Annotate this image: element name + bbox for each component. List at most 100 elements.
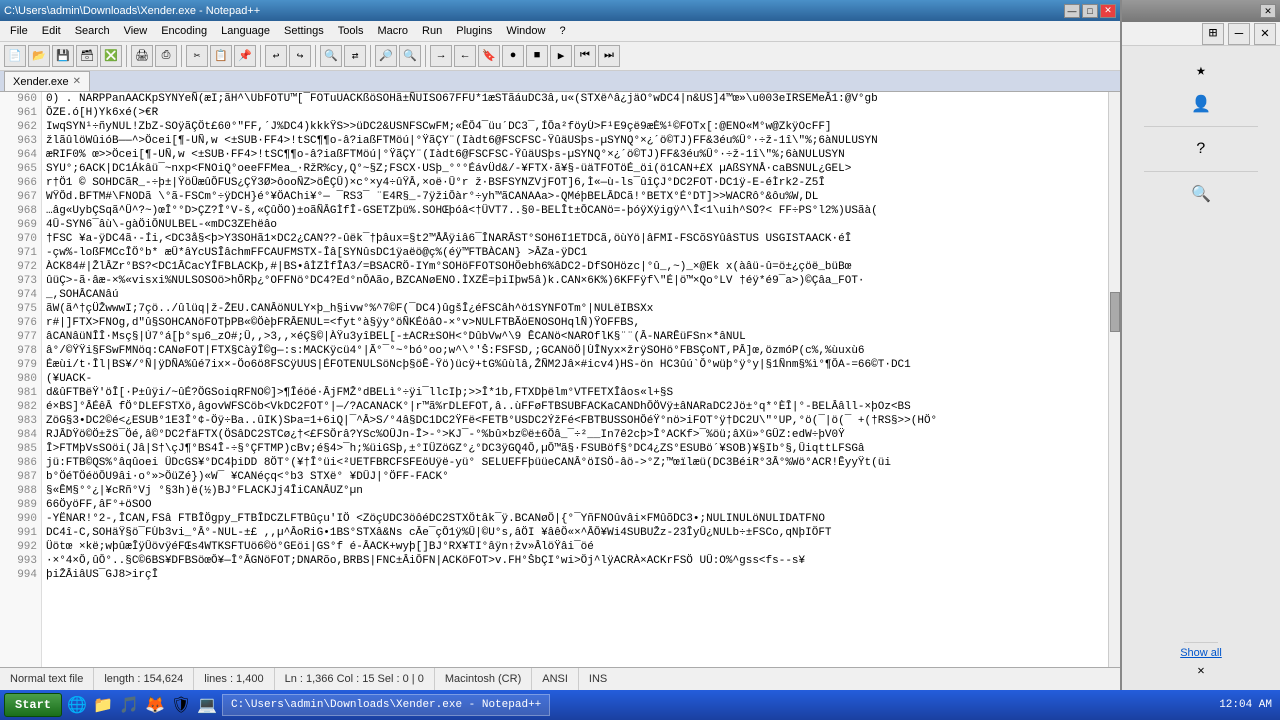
line-number: 988 [4,484,37,498]
menu-edit[interactable]: Edit [36,23,67,39]
line-number: 993 [4,554,37,568]
print-button[interactable]: 🖨 [131,45,153,67]
save-all-button[interactable]: 🗃 [76,45,98,67]
second-window-close[interactable]: ✕ [1260,4,1276,18]
search-panel-icon[interactable]: 🔍 [1189,182,1213,206]
replace-button[interactable]: ⇄ [344,45,366,67]
tab-close-button[interactable]: ✕ [73,76,81,87]
status-line-ending: Macintosh (CR) [435,668,532,690]
copy-button[interactable]: 📋 [210,45,232,67]
start-button[interactable]: Start [4,693,62,717]
taskbar-icon-antivirus[interactable]: 🛡 [170,694,192,716]
line-number: 970 [4,232,37,246]
status-lines: lines : 1,400 [194,668,274,690]
macro-play-button[interactable]: ▶ [550,45,572,67]
code-line: ãW(ã^†çÜŽwwwI;7çö../ûlüq|ž-ŽEU.CANÂöNULY… [42,302,1108,316]
code-line: †FSC ¥a-ÿDC4ã·-Íi,<DC3å§<þ>Y3SOHã1×DC2¿C… [42,232,1108,246]
code-line: ·×°4×Ô,ûÔ°..§C©6BS¥DFBSöœÔ¥—Î°ÂGNöFOT;DN… [42,554,1108,568]
macro-stop-button[interactable]: ■ [526,45,548,67]
star-icon[interactable]: ★ [1189,58,1213,82]
menu-search[interactable]: Search [69,23,116,39]
line-number: 976 [4,316,37,330]
macro-next-button[interactable]: ⏭ [598,45,620,67]
zoom-out-button[interactable]: 🔍 [399,45,421,67]
maximize-button[interactable]: □ [1082,4,1098,18]
status-length: length : 154,624 [94,668,194,690]
save-button[interactable]: 💾 [52,45,74,67]
indent-button[interactable]: → [430,45,452,67]
title-bar-text: C:\Users\admin\Downloads\Xender.exe - No… [4,5,260,17]
macro-prev-button[interactable]: ⏮ [574,45,596,67]
code-line: âCANâüNÎÎ·Msç§|Ú7°á[þ°sµ6_zO#;Û,,>3,,×éÇ… [42,330,1108,344]
menu-settings[interactable]: Settings [278,23,330,39]
panel-close-button[interactable]: ✕ [1254,23,1276,45]
taskbar-app-notepad[interactable]: C:\Users\admin\Downloads\Xender.exe - No… [222,694,550,716]
menu-tools[interactable]: Tools [332,23,370,39]
bookmark-button[interactable]: 🔖 [478,45,500,67]
undo-button[interactable]: ↩ [265,45,287,67]
taskbar-icon-firefox[interactable]: 🦊 [144,694,166,716]
code-area[interactable]: 0) . NARPPanAACKpSYNYeÑ(æI;ãH^\UbFOTU™[¯… [42,92,1108,667]
code-line: ZöG§3•DC2©é<¿ESUB°1E3Î°¢-Öÿ÷Ba..ûIK)SÞa=… [42,414,1108,428]
menu-run[interactable]: Run [416,23,448,39]
menu-view[interactable]: View [118,23,154,39]
help-icon[interactable]: ? [1189,137,1213,161]
menu-plugins[interactable]: Plugins [450,23,498,39]
scroll-thumb[interactable] [1110,292,1120,332]
taskbar-right: 12:04 AM [1219,699,1276,711]
menu-macro[interactable]: Macro [371,23,414,39]
taskbar-icon-vm[interactable]: 💻 [196,694,218,716]
close-tab-button[interactable]: ❎ [100,45,122,67]
right-panel: ✕ ⊞ — ✕ ★ 👤 ? 🔍 Show all ✕ [1120,0,1280,690]
code-line: jü:FTB©QS%°âqûoei ÜDcGS¥°DC4þiDD 8ÖT°(¥†… [42,456,1108,470]
code-line: ûüÇ>-ã·âæ-×%«visxi%NULSOSOö>hÔRþ¿°OFFNö°… [42,274,1108,288]
code-line: _,SOHÂCANâú [42,288,1108,302]
line-number: 973 [4,274,37,288]
menu-encoding[interactable]: Encoding [155,23,213,39]
line-number: 994 [4,568,37,582]
menu-help[interactable]: ? [553,23,571,39]
menu-file[interactable]: File [4,23,34,39]
panel-close-x[interactable]: ✕ [1197,663,1204,678]
status-encoding: ANSI [532,668,579,690]
code-line: þiŽÂiâUS¯GJ8>irçÎ [42,568,1108,582]
status-position: Ln : 1,366 Col : 15 Sel : 0 | 0 [275,668,435,690]
line-number: 972 [4,260,37,274]
line-number: 975 [4,302,37,316]
toolbar-sep-2 [181,45,182,67]
panel-minimize-button[interactable]: — [1228,23,1250,45]
show-all-button[interactable]: Show all [1180,647,1222,659]
code-line: …âg«UybÇSqã^Û^?~)œÎ°°D>ÇZ?Î°V-š,«ÇûÖO)±o… [42,204,1108,218]
code-line: ÀCK84#|ŽlÂZr°BS?<DC1ÂCacYÎFBLACKþ,#|BS•â… [42,260,1108,274]
code-line: â°/©ŸŸi§FSwFMNöq:CANøFOT|FTX§CàÿÎ©g—:s:M… [42,344,1108,358]
code-line: Üötœ ×kë;wþûæÎÿÛövÿéFŒs4WTKSFTUö6©ö°GEöi… [42,540,1108,554]
minimize-button[interactable]: — [1064,4,1080,18]
line-number: 966 [4,176,37,190]
menu-window[interactable]: Window [500,23,551,39]
macro-record-button[interactable]: ● [502,45,524,67]
new-button[interactable]: 📄 [4,45,26,67]
open-button[interactable]: 📂 [28,45,50,67]
close-button[interactable]: ✕ [1100,4,1116,18]
code-line: é×BS]°ÂÉêÂ fÖ°DLEFSTXö,âgovWFSCöb<VkDC2F… [42,400,1108,414]
paste-button[interactable]: 📌 [234,45,256,67]
vertical-scrollbar[interactable] [1108,92,1120,667]
panel-grid-button[interactable]: ⊞ [1202,23,1224,45]
taskbar: Start 🌐 📁 🎵 🦊 🛡 💻 C:\Users\admin\Downloa… [0,690,1280,720]
editor-container: 9609619629639649659669679689699709719729… [0,92,1120,667]
taskbar-icon-explorer[interactable]: 📁 [92,694,114,716]
menu-language[interactable]: Language [215,23,276,39]
cut-button[interactable]: ✂ [186,45,208,67]
find-button[interactable]: 🔍 [320,45,342,67]
zoom-in-button[interactable]: 🔎 [375,45,397,67]
taskbar-icon-media[interactable]: 🎵 [118,694,140,716]
outdent-button[interactable]: ← [454,45,476,67]
print-now-button[interactable]: ⎙ [155,45,177,67]
redo-button[interactable]: ↪ [289,45,311,67]
line-number: 992 [4,540,37,554]
line-number: 964 [4,148,37,162]
taskbar-icon-ie[interactable]: 🌐 [66,694,88,716]
user-icon[interactable]: 👤 [1189,92,1213,116]
panel-divider-3 [1184,642,1217,643]
tab-xender[interactable]: Xender.exe ✕ [4,71,90,91]
